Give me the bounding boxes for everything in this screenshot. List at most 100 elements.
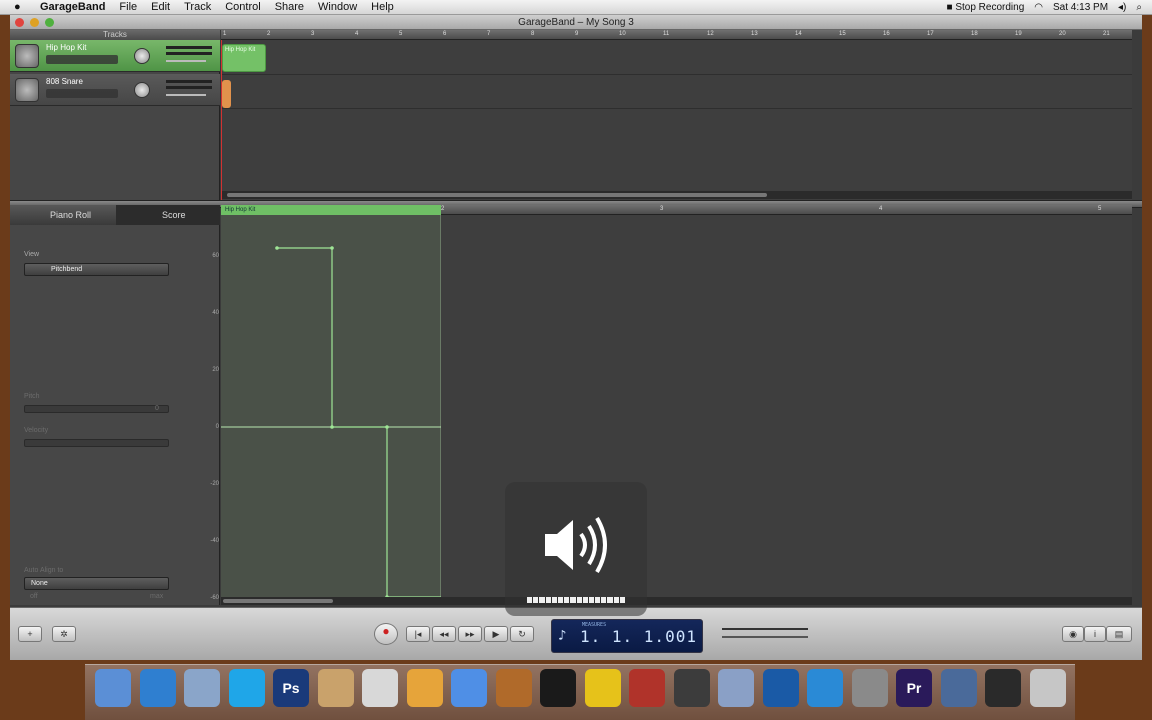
scroll-thumb[interactable] [227, 193, 767, 197]
pitch-label: Pitch [24, 393, 40, 400]
ruler-tick: 20 [1059, 31, 1066, 37]
premiere-icon[interactable]: Pr [896, 669, 932, 707]
pitchbend-point[interactable] [385, 425, 389, 429]
skype-icon[interactable] [228, 669, 265, 707]
minimize-button[interactable] [30, 18, 39, 27]
media-icon: ▤ [1114, 629, 1124, 639]
imovie-icon[interactable] [851, 669, 888, 707]
track-name: 808 Snare [46, 77, 83, 86]
stop-recording-status[interactable]: ■ Stop Recording [947, 2, 1025, 13]
apple-menu-icon[interactable]: ● [14, 1, 30, 13]
menu-help[interactable]: Help [371, 1, 394, 13]
volume-icon[interactable]: ◂) [1118, 2, 1126, 13]
tracks-timeline[interactable]: 1 2 3 4 5 6 7 8 9 10 11 12 13 14 15 16 17 18 19 20 21 Hip Ho… [221, 30, 1132, 200]
track-808-snare[interactable]: 808 Snare [10, 74, 220, 106]
tab-piano-roll[interactable]: Piano Roll [10, 205, 116, 225]
menu-track[interactable]: Track [184, 1, 211, 13]
speaker-icon [545, 516, 607, 574]
eye-icon: ◉ [1069, 629, 1077, 639]
pitchbend-editor[interactable]: 2345 Hip Hop Kit 60 40 20 0 -20 -40 -60 [210, 205, 1132, 605]
scroll-thumb[interactable] [223, 599, 333, 603]
master-volume-slider[interactable] [722, 636, 808, 638]
play-button[interactable]: ▶ [484, 626, 508, 642]
safari-icon[interactable] [139, 669, 176, 707]
folder-icon[interactable] [985, 669, 1021, 707]
record-icon: ● [382, 624, 390, 638]
view-dropdown[interactable]: Pitchbend [24, 263, 169, 276]
y-axis-label: 20 [212, 367, 219, 373]
pitchbend-point[interactable] [275, 246, 279, 250]
pitchbend-point[interactable] [330, 425, 334, 429]
lcd-display[interactable]: ♪ MEASURES 1. 1. 1.001 [551, 619, 703, 653]
menu-edit[interactable]: Edit [151, 1, 170, 13]
editor-scrollbar[interactable] [221, 597, 1132, 605]
ruler-tick: 19 [1015, 31, 1022, 37]
region-808-snare[interactable] [222, 80, 231, 108]
media-browser-button[interactable]: ▤ [1106, 626, 1132, 642]
scanner-icon[interactable] [362, 669, 398, 707]
window-titlebar[interactable]: GarageBand – My Song 3 [10, 15, 1142, 30]
snare-drum-icon [15, 78, 39, 102]
menu-share[interactable]: Share [275, 1, 304, 13]
menu-control[interactable]: Control [225, 1, 260, 13]
script-icon[interactable] [718, 669, 754, 707]
pan-knob[interactable] [134, 48, 150, 64]
finder-icon[interactable] [95, 669, 131, 707]
rewind-icon: ◂◂ [439, 629, 449, 639]
pitchbend-point[interactable] [330, 246, 334, 250]
timeline-scrollbar[interactable] [221, 191, 1132, 199]
menu-window[interactable]: Window [318, 1, 357, 13]
pan-knob[interactable] [134, 82, 150, 98]
preview-icon[interactable] [184, 669, 220, 707]
iphoto-icon[interactable] [406, 669, 443, 707]
wifi-icon[interactable]: ◠ [1034, 2, 1043, 13]
add-track-button[interactable]: + [18, 626, 42, 642]
record-button[interactable]: ● [374, 623, 398, 645]
drum-kit-icon [15, 44, 39, 68]
track-hip-hop-kit[interactable]: Hip Hop Kit [10, 40, 220, 72]
ruler-tick: 16 [883, 31, 890, 37]
auto-align-value: None [31, 580, 48, 587]
clock[interactable]: Sat 4:13 PM [1053, 2, 1108, 13]
toolbox-icon[interactable] [629, 669, 665, 707]
fast-forward-icon: ▸▸ [465, 629, 475, 639]
menu-app[interactable]: GarageBand [40, 1, 105, 13]
pitch-slider[interactable] [24, 405, 169, 413]
volume-slider[interactable] [166, 60, 206, 62]
brush-icon[interactable] [940, 669, 977, 707]
track-buttons[interactable] [46, 55, 118, 64]
loop-browser-button[interactable]: ◉ [1062, 626, 1084, 642]
cycle-button[interactable]: ↻ [510, 626, 534, 642]
velocity-slider[interactable] [24, 439, 169, 447]
quicktime-icon[interactable] [673, 669, 710, 707]
track-buttons[interactable] [46, 89, 118, 98]
spotlight-icon[interactable]: ⌕ [1136, 2, 1142, 13]
info-button[interactable]: i [1084, 626, 1106, 642]
rewind-button[interactable]: ◂◂ [432, 626, 456, 642]
wifi-icon[interactable] [807, 669, 843, 707]
editor-toggle-button[interactable]: ✲ [52, 626, 76, 642]
garageband-icon[interactable] [495, 669, 532, 707]
fast-forward-button[interactable]: ▸▸ [458, 626, 482, 642]
auto-align-dropdown[interactable]: None [24, 577, 169, 590]
terminal-icon[interactable] [762, 669, 799, 707]
timeline-ruler[interactable]: 1 2 3 4 5 6 7 8 9 10 11 12 13 14 15 16 17 18 19 20 21 [221, 30, 1132, 40]
lcd-value: 1. 1. 1.001 [580, 627, 697, 646]
rewind-to-start-button[interactable]: |◂ [406, 626, 430, 642]
volume-slider[interactable] [166, 94, 206, 96]
note-icon: ♪ [558, 628, 567, 644]
trash-icon[interactable] [1029, 669, 1066, 707]
photoshop-icon[interactable]: Ps [273, 669, 309, 707]
radiation-icon[interactable] [584, 669, 621, 707]
audition-icon[interactable] [540, 669, 576, 707]
photo-icon[interactable] [317, 669, 354, 707]
close-button[interactable] [15, 18, 24, 27]
region-hip-hop-kit[interactable]: Hip Hop Kit [222, 44, 266, 72]
tab-score[interactable]: Score [116, 205, 220, 225]
pitchbend-curve[interactable] [221, 205, 1132, 597]
menu-file[interactable]: File [119, 1, 137, 13]
playhead[interactable] [221, 40, 222, 200]
ruler-tick: 7 [487, 31, 491, 37]
zoom-button[interactable] [45, 18, 54, 27]
itunes-icon[interactable] [451, 669, 487, 707]
